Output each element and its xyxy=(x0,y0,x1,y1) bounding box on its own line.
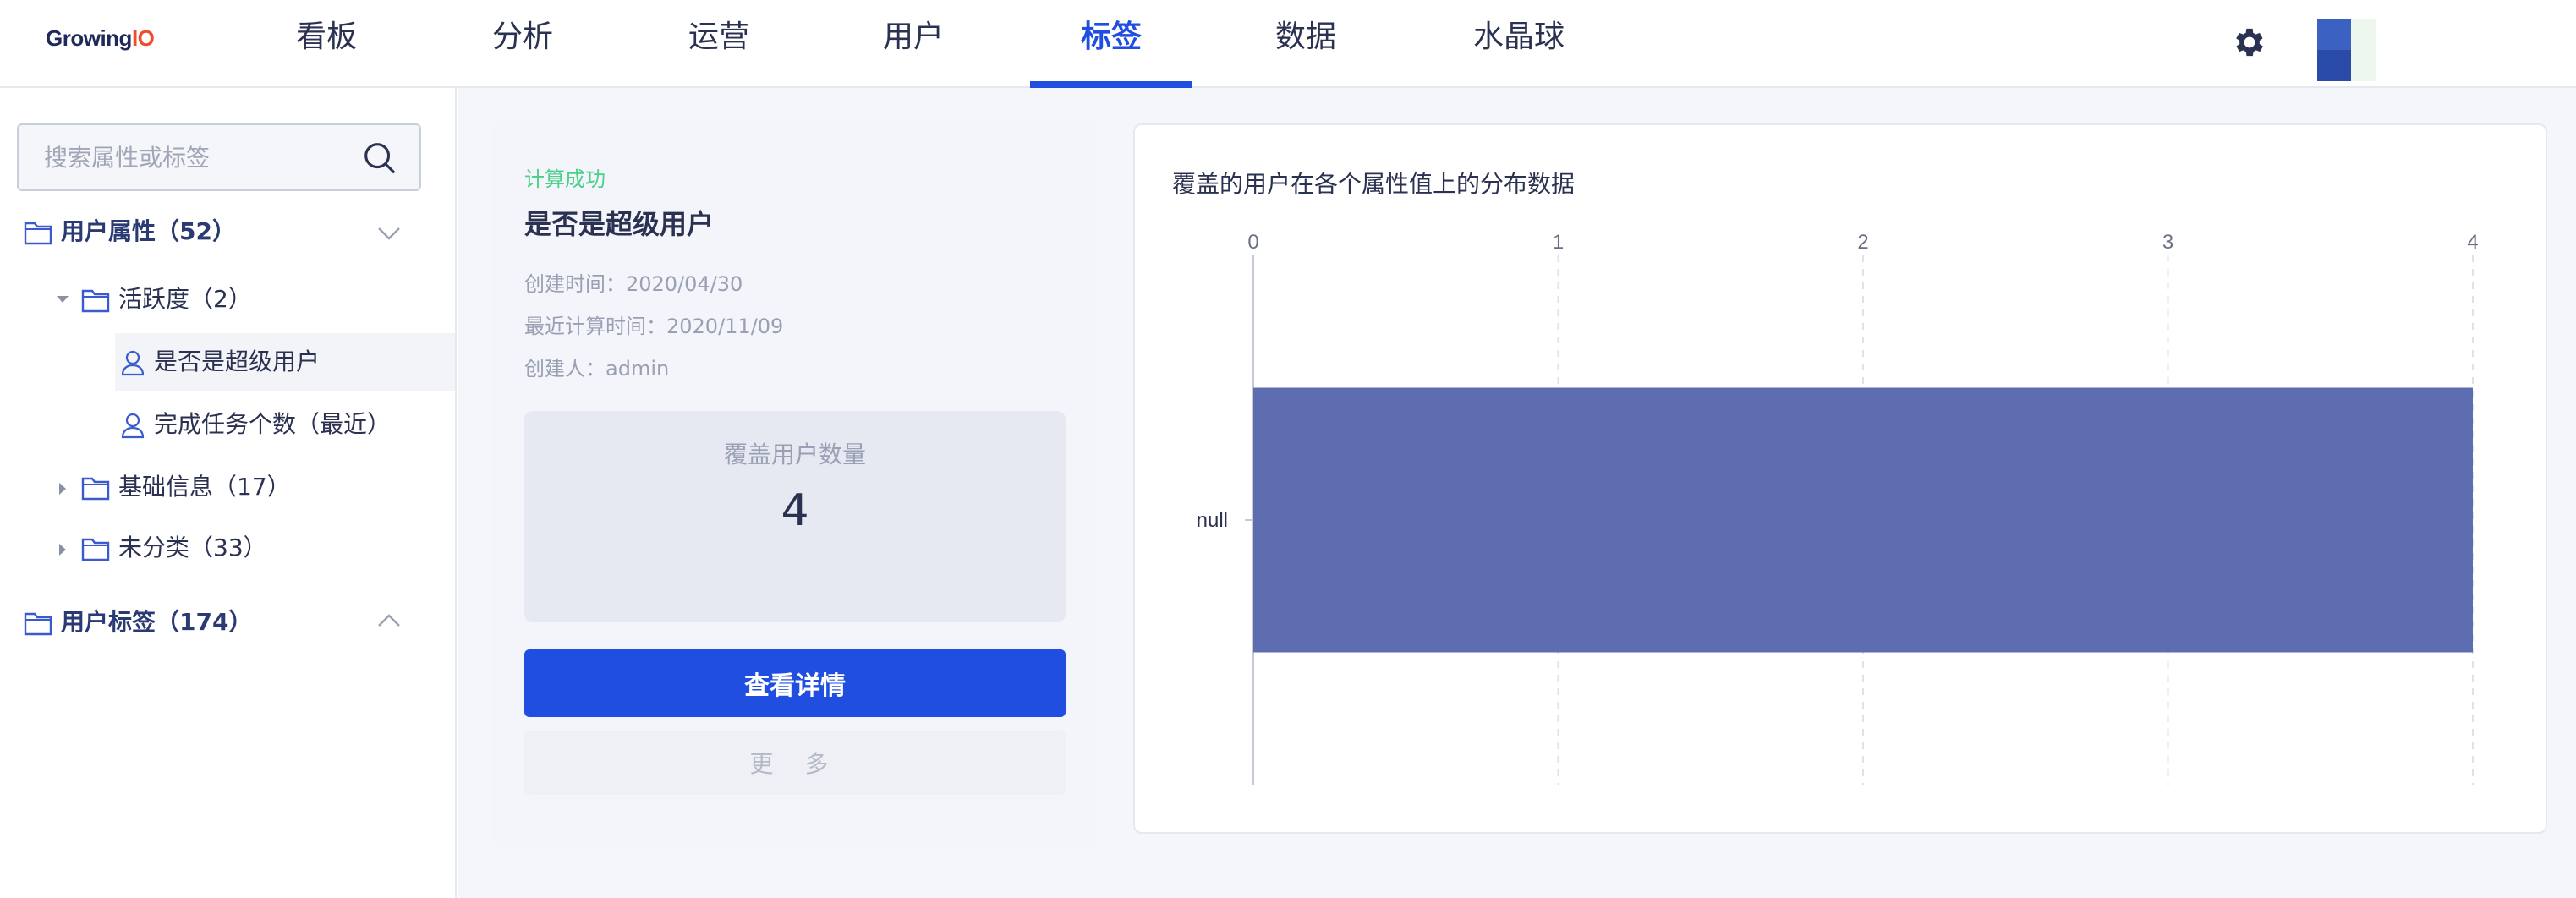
tree-label: 活跃度（2） xyxy=(118,285,252,313)
gear-icon[interactable] xyxy=(2231,24,2268,61)
tree-user-attributes[interactable]: 用户属性（52） xyxy=(24,208,236,255)
tree-label: 用户标签（174） xyxy=(61,608,253,636)
folder-icon xyxy=(81,289,110,313)
tree-label: 用户属性（52） xyxy=(61,217,236,245)
folder-icon xyxy=(24,612,52,636)
tree-user-tags[interactable]: 用户标签（174） xyxy=(24,599,252,646)
created-time: 创建时间：2020/04/30 xyxy=(524,267,743,297)
logo-text: Growing xyxy=(46,25,132,51)
x-tick-label: 4 xyxy=(2467,231,2478,254)
view-detail-button[interactable]: 查看详情 xyxy=(524,649,1066,717)
search-icon[interactable] xyxy=(360,139,399,178)
nav-tags[interactable]: 标签 xyxy=(1076,17,1147,88)
nav-dashboard[interactable]: 看板 xyxy=(293,17,360,88)
tree-label: 完成任务个数（最近） xyxy=(154,410,392,438)
tree-task-count[interactable]: 完成任务个数（最近） xyxy=(120,401,391,448)
tree-super-user[interactable]: 是否是超级用户 xyxy=(120,338,320,386)
tree-uncategorized[interactable]: 未分类（33） xyxy=(81,524,267,572)
creator-label: 创建人： xyxy=(524,357,606,381)
created-value: 2020/04/30 xyxy=(626,272,743,296)
y-tick-label: null xyxy=(1197,509,1228,532)
top-navigation-bar: GrowingIO 看板 分析 运营 用户 标签 数据 水晶球 xyxy=(0,0,2576,88)
computed-label: 最近计算时间： xyxy=(524,315,666,338)
cover-users-box: 覆盖用户数量 4 xyxy=(524,411,1066,622)
chevron-up-icon[interactable] xyxy=(375,611,403,631)
tree-basic-info[interactable]: 基础信息（17） xyxy=(81,463,291,511)
chart-title: 覆盖的用户在各个属性值上的分布数据 xyxy=(1172,170,1576,198)
nav-data[interactable]: 数据 xyxy=(1272,17,1340,88)
folder-icon xyxy=(81,538,110,561)
caret-right-icon[interactable] xyxy=(54,541,71,558)
bar xyxy=(1253,387,2473,653)
more-button[interactable]: 更 多 xyxy=(524,731,1066,795)
folder-icon xyxy=(81,477,110,501)
active-tab-indicator xyxy=(1030,81,1192,88)
nav-operations[interactable]: 运营 xyxy=(685,17,753,88)
logo-io-text: IO xyxy=(131,25,155,51)
nav-users[interactable]: 用户 xyxy=(880,17,947,88)
growingio-logo[interactable]: GrowingIO xyxy=(46,25,155,52)
search-box xyxy=(17,123,421,191)
attribute-sidebar: 用户属性（52） 活跃度（2） 是否是超级用户 完成任务个数（最近） 基础信息（… xyxy=(0,88,457,898)
search-input[interactable] xyxy=(44,140,348,174)
creator-value: admin xyxy=(606,357,670,381)
computed-value: 2020/11/09 xyxy=(666,315,784,338)
created-label: 创建时间： xyxy=(524,272,626,296)
avatar[interactable] xyxy=(2317,19,2376,81)
caret-down-icon[interactable] xyxy=(54,291,71,308)
tree-label: 基础信息（17） xyxy=(118,473,291,501)
cover-users-value: 4 xyxy=(781,485,809,536)
chevron-down-icon[interactable] xyxy=(375,223,403,244)
nav-crystal-ball[interactable]: 水晶球 xyxy=(1468,17,1570,88)
status-badge: 计算成功 xyxy=(524,167,606,191)
tree-label: 未分类（33） xyxy=(118,534,267,561)
x-tick-label: 1 xyxy=(1553,231,1564,254)
distribution-bar-chart: 0 1 2 3 4 null xyxy=(1197,231,2479,785)
folder-icon xyxy=(24,222,52,245)
caret-right-icon[interactable] xyxy=(54,480,71,497)
tag-title: 是否是超级用户 xyxy=(524,208,715,240)
user-icon xyxy=(121,413,145,439)
x-tick-label: 2 xyxy=(1857,231,1868,254)
x-tick-label: 3 xyxy=(2162,231,2173,254)
cover-users-label: 覆盖用户数量 xyxy=(723,441,866,468)
creator: 创建人：admin xyxy=(524,352,669,381)
tree-label: 是否是超级用户 xyxy=(154,348,321,375)
computed-time: 最近计算时间：2020/11/09 xyxy=(524,309,783,339)
tree-activity[interactable]: 活跃度（2） xyxy=(81,276,252,323)
nav-analysis[interactable]: 分析 xyxy=(489,17,556,88)
x-tick-label: 0 xyxy=(1247,231,1258,254)
user-icon xyxy=(121,350,145,376)
